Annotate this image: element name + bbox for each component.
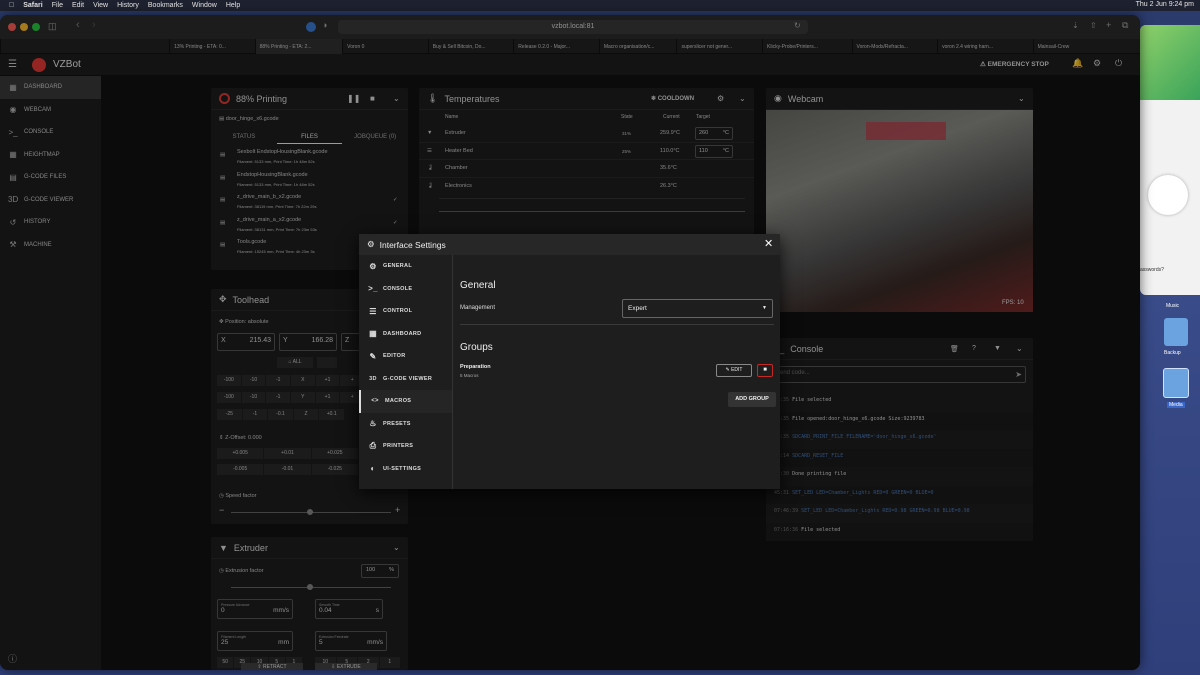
palette-icon: ◐ — [370, 464, 376, 474]
settings-nav-label: GENERAL — [383, 263, 412, 270]
editor-icon: ✎ — [369, 351, 377, 361]
dialog-title: Interface Settings — [379, 239, 446, 250]
printer-icon: ⎙ — [369, 441, 377, 451]
retract-label: RETRACT — [262, 664, 287, 670]
settings-nav-macros[interactable]: <> MACROS — [359, 390, 452, 413]
delete-group-button[interactable]: ■ — [757, 364, 773, 377]
apple-icon[interactable]:  — [9, 2, 14, 9]
settings-nav-label: UI-SETTINGS — [383, 465, 422, 472]
settings-nav-label: EDITOR — [383, 353, 406, 360]
management-select[interactable]: Expert ▼ — [622, 299, 773, 318]
trash-icon: ■ — [763, 367, 767, 373]
interface-settings-dialog: ⚙ Interface Settings ✕ ⚙ GENERAL >_ CONSOL… — [359, 234, 780, 489]
menu-help[interactable]: Help — [226, 2, 240, 9]
add-group-button[interactable]: ADD GROUP — [728, 392, 776, 407]
control-icon: ☰ — [369, 306, 377, 316]
settings-nav: ⚙ GENERAL >_ CONSOLE ☰ CONTROL ▦ DASHBOARD ✎… — [359, 255, 453, 489]
management-label: Management — [460, 305, 496, 311]
groups-title: Groups — [460, 342, 493, 353]
console-icon: >_ — [368, 284, 378, 294]
gear-icon: ⚙ — [369, 261, 377, 271]
google-logo-icon — [1148, 175, 1188, 215]
settings-nav-label: G-CODE VIEWER — [383, 375, 433, 382]
divider — [460, 324, 774, 325]
settings-nav-label: PRINTERS — [383, 443, 414, 450]
settings-nav-label: MACROS — [385, 398, 412, 405]
code-icon: <> — [371, 398, 379, 405]
green-app-corner — [1140, 25, 1200, 100]
safari-window: ◫ ‹ › ◑ vzbot.local:81 ↻ ⇣ ⇧ + ⧉ 13% Pri… — [0, 15, 1140, 670]
dialog-header: ⚙ Interface Settings ✕ — [359, 234, 780, 255]
menu-file[interactable]: File — [52, 2, 63, 9]
desktop-label-media: Media — [1167, 402, 1185, 408]
extrude-button[interactable]: ⇩ EXTRUDE — [315, 663, 377, 670]
edit-label: EDIT — [731, 367, 743, 373]
dashboard-icon: ▦ — [369, 329, 377, 339]
retract-button[interactable]: ⇧ RETRACT — [241, 663, 303, 670]
settings-nav-printers[interactable]: ⎙ PRINTERS — [359, 435, 452, 458]
settings-nav-dashboard[interactable]: ▦ DASHBOARD — [359, 323, 452, 346]
settings-nav-label: CONSOLE — [383, 285, 413, 292]
settings-nav-label: PRESETS — [383, 420, 411, 427]
3d-icon: 3D — [369, 375, 377, 382]
password-hint: asswords? — [1140, 267, 1164, 273]
settings-nav-general[interactable]: ⚙ GENERAL — [359, 255, 452, 278]
menu-edit[interactable]: Edit — [72, 2, 84, 9]
settings-nav-label: DASHBOARD — [383, 330, 422, 337]
edit-group-button[interactable]: ✎ EDIT — [716, 364, 752, 377]
mac-menubar:  Safari File Edit View History Bookmark… — [0, 0, 1200, 11]
settings-nav-editor[interactable]: ✎ EDITOR — [359, 345, 452, 368]
media-drive-icon[interactable] — [1163, 368, 1189, 398]
menu-app-name[interactable]: Safari — [23, 2, 42, 9]
settings-nav-ui-settings[interactable]: ◐ UI-SETTINGS — [359, 458, 452, 481]
menubar-clock[interactable]: Thu 2 Jun 9:24 pm — [1136, 1, 1194, 8]
gear-icon: ⚙ — [367, 239, 375, 249]
group-name: Preparation — [460, 364, 491, 370]
backup-drive-icon[interactable] — [1164, 318, 1188, 346]
desktop-label-backup: Backup — [1164, 350, 1181, 356]
fire-icon: ♨ — [369, 419, 377, 429]
settings-nav-label: CONTROL — [383, 308, 413, 315]
settings-nav-control[interactable]: ☰ CONTROL — [359, 300, 452, 323]
desktop-label-music: Music — [1166, 303, 1180, 309]
menu-bookmarks[interactable]: Bookmarks — [148, 2, 183, 9]
close-icon[interactable]: ✕ — [764, 237, 773, 250]
menu-view[interactable]: View — [93, 2, 108, 9]
menu-history[interactable]: History — [117, 2, 139, 9]
menu-window[interactable]: Window — [192, 2, 217, 9]
settings-nav-gcode-viewer[interactable]: 3D G-CODE VIEWER — [359, 368, 452, 391]
settings-nav-presets[interactable]: ♨ PRESETS — [359, 413, 452, 436]
management-value: Expert — [628, 305, 647, 312]
settings-nav-console[interactable]: >_ CONSOLE — [359, 278, 452, 301]
extrude-label: EXTRUDE — [336, 664, 361, 670]
dropdown-arrow-icon: ▼ — [762, 305, 767, 311]
group-macro-count: 5 Macros — [460, 373, 479, 378]
section-title: General — [460, 280, 496, 291]
